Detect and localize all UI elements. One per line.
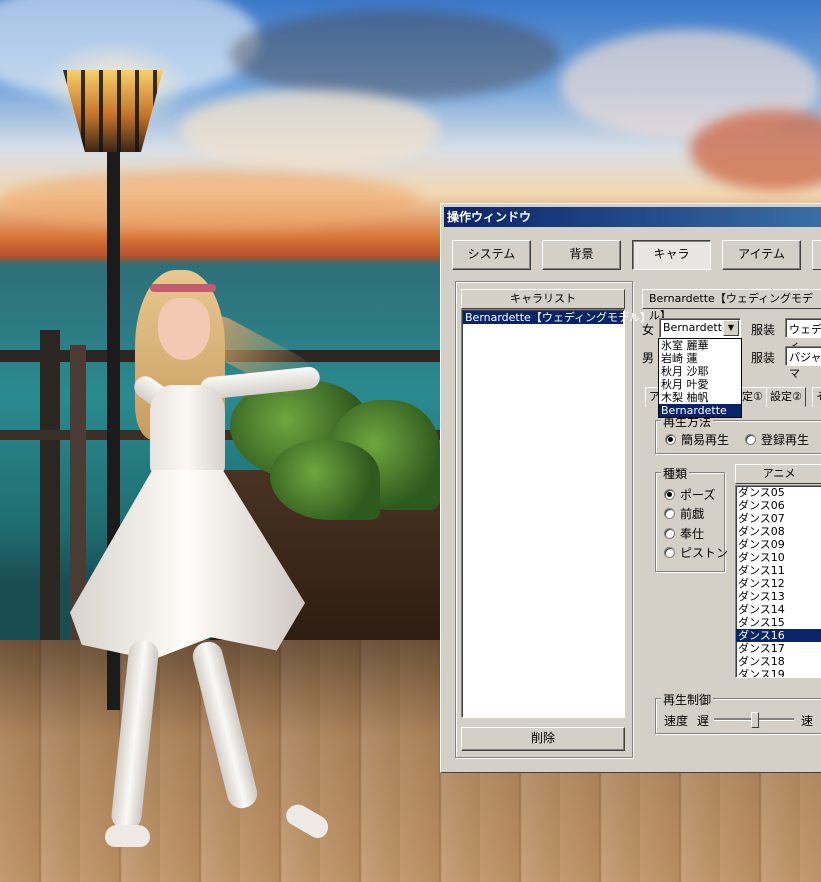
costume-select[interactable]: ウェディ bbox=[785, 318, 821, 352]
female-label: 女 bbox=[642, 323, 655, 337]
animation-list-item[interactable]: ダンス05 bbox=[736, 486, 821, 499]
animation-list-item[interactable]: ダンス17 bbox=[736, 642, 821, 655]
animation-list-item[interactable]: ダンス12 bbox=[736, 577, 821, 590]
kind-title: 種類 bbox=[661, 465, 690, 482]
railing-post bbox=[40, 330, 60, 660]
radio-kind-service-label: 奉仕 bbox=[680, 527, 705, 541]
female-option[interactable]: Bernardette bbox=[659, 404, 741, 417]
male-label: 男 bbox=[642, 351, 655, 365]
speed-slider[interactable] bbox=[714, 712, 794, 728]
cloud bbox=[230, 10, 560, 100]
slider-thumb[interactable] bbox=[751, 712, 759, 728]
animation-list-item[interactable]: ダンス10 bbox=[736, 551, 821, 564]
male-costume-label: 服装 bbox=[751, 351, 776, 365]
radio-kind-piston[interactable]: ピストン bbox=[664, 544, 728, 561]
animation-listbox[interactable]: ダンス05 ダンス06 ダンス07 ダンス08 ダンス09 ダンス10 ダンス11 ダンス12… bbox=[735, 485, 821, 678]
male-costume-select-value: パジャマ bbox=[789, 351, 821, 380]
female-option[interactable]: 岩崎 蓮 bbox=[659, 352, 741, 365]
animation-list-item[interactable]: ダンス16 bbox=[736, 629, 821, 642]
costume-label: 服装 bbox=[751, 323, 776, 337]
radio-indicator[interactable] bbox=[745, 434, 756, 445]
chara-list-item[interactable]: Bernardette【ウェディングモデル】 bbox=[463, 311, 651, 324]
character-panel-header: Bernardette【ウェディングモデル】 bbox=[642, 289, 821, 322]
radio-indicator[interactable] bbox=[664, 528, 675, 539]
left-shoe bbox=[105, 825, 150, 847]
animation-list-item[interactable]: ダンス14 bbox=[736, 603, 821, 616]
slow-label: 遅 bbox=[697, 714, 710, 728]
radio-kind-pose-label: ポーズ bbox=[680, 488, 716, 502]
speed-label: 速度 bbox=[664, 714, 689, 728]
radio-indicator[interactable] bbox=[664, 489, 675, 500]
female-option[interactable]: 秋月 叶愛 bbox=[659, 378, 741, 391]
female-dropdown-list[interactable]: 氷室 麗華 岩崎 蓮秋月 沙耶 秋月 叶愛 木梨 柚帆 Bernardette bbox=[658, 338, 742, 418]
cloud bbox=[0, 170, 420, 230]
delete-button[interactable]: 削除 bbox=[461, 727, 625, 751]
animation-list-item[interactable]: ダンス11 bbox=[736, 564, 821, 577]
face bbox=[158, 298, 210, 360]
radio-simple-play-label: 簡易再生 bbox=[681, 433, 730, 447]
subtab-setting2[interactable]: 設定② bbox=[766, 387, 806, 407]
animation-list-item[interactable]: ダンス15 bbox=[736, 616, 821, 629]
radio-simple-play[interactable]: 簡易再生 bbox=[665, 431, 729, 448]
radio-indicator[interactable] bbox=[664, 547, 675, 558]
tab-background[interactable]: 背景 bbox=[542, 240, 621, 270]
tab-system[interactable]: システム bbox=[452, 240, 531, 270]
playback-control-title: 再生制御 bbox=[661, 691, 714, 708]
radio-registered-play-label: 登録再生 bbox=[761, 433, 810, 447]
male-costume-select[interactable]: パジャマ bbox=[785, 346, 821, 380]
female-option[interactable]: 木梨 柚帆 bbox=[659, 391, 741, 404]
female-select-value: Bernardette bbox=[663, 321, 729, 334]
animation-list-item[interactable]: ダンス19 bbox=[736, 668, 821, 677]
radio-indicator[interactable] bbox=[664, 508, 675, 519]
animation-list-item[interactable]: ダンス06 bbox=[736, 499, 821, 512]
dress-bodice bbox=[150, 385, 225, 475]
chevron-down-icon[interactable]: ▼ bbox=[723, 320, 739, 336]
tab-chara[interactable]: キャラ bbox=[632, 240, 711, 270]
animation-list-item[interactable]: ダンス09 bbox=[736, 538, 821, 551]
radio-kind-foreplay[interactable]: 前戯 bbox=[664, 505, 704, 522]
radio-kind-piston-label: ピストン bbox=[680, 546, 729, 560]
torch-cage bbox=[63, 70, 163, 152]
fast-label: 速 bbox=[801, 714, 814, 728]
window-title[interactable]: 操作ウィンドウ bbox=[444, 207, 821, 227]
subtab-setting1[interactable]: 定① bbox=[738, 387, 767, 407]
chara-list-header[interactable]: キャラリスト bbox=[461, 289, 625, 309]
female-option[interactable]: 秋月 沙耶 bbox=[659, 365, 741, 378]
radio-registered-play[interactable]: 登録再生 bbox=[745, 431, 809, 448]
radio-kind-pose[interactable]: ポーズ bbox=[664, 486, 715, 503]
animation-list-item[interactable]: ダンス08 bbox=[736, 525, 821, 538]
radio-kind-foreplay-label: 前戯 bbox=[680, 507, 705, 521]
female-option[interactable]: 氷室 麗華 bbox=[659, 339, 741, 352]
animation-list-item[interactable]: ダンス07 bbox=[736, 512, 821, 525]
tab-more[interactable] bbox=[812, 240, 821, 270]
radio-indicator[interactable] bbox=[665, 434, 676, 445]
subtab-other[interactable]: そ bbox=[812, 387, 821, 407]
animation-list-item[interactable]: ダンス13 bbox=[736, 590, 821, 603]
animation-items: ダンス05 ダンス06 ダンス07 ダンス08 ダンス09 ダンス10 ダンス11 ダンス12… bbox=[736, 486, 821, 677]
tab-item[interactable]: アイテム bbox=[722, 240, 801, 270]
radio-kind-service[interactable]: 奉仕 bbox=[664, 525, 704, 542]
animation-list-item[interactable]: ダンス18 bbox=[736, 655, 821, 668]
female-select[interactable]: Bernardette ▼ bbox=[659, 318, 741, 338]
animation-header[interactable]: アニメ bbox=[735, 464, 821, 484]
chara-listbox[interactable]: Bernardette【ウェディングモデル】 bbox=[461, 309, 651, 718]
headband bbox=[150, 284, 216, 292]
cloud bbox=[180, 90, 440, 170]
